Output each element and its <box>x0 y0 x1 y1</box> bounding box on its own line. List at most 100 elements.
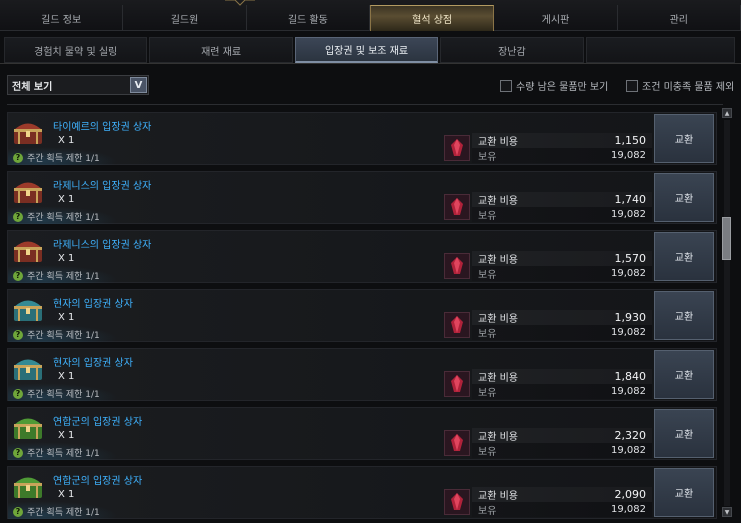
cost-value: 2,090 <box>614 488 647 501</box>
owned-value: 19,082 <box>611 504 646 515</box>
exchange-button[interactable]: 교환 <box>654 173 714 222</box>
chevron-down-icon[interactable]: V <box>130 77 147 93</box>
scroll-up-icon[interactable]: ▲ <box>722 108 732 118</box>
owned-line: 보유 19,082 <box>472 384 652 399</box>
tab-management[interactable]: 관리 <box>618 5 741 31</box>
question-icon[interactable]: ? <box>13 270 23 281</box>
chest-icon <box>14 359 42 380</box>
item-name: 라제니스의 입장권 상자 <box>53 240 152 251</box>
owned-value: 19,082 <box>611 209 646 220</box>
weekly-limit: ? 주간 획득 제한 1/1 <box>13 210 100 223</box>
item-name: 라제니스의 입장권 상자 <box>53 181 152 192</box>
exchange-button[interactable]: 교환 <box>654 350 714 399</box>
owned-label: 보유 <box>478 506 497 517</box>
tab-bloodstone-shop-label: 혈석 상점 <box>412 15 453 26</box>
subtab-exp-potion[interactable]: 경험치 물약 및 실링 <box>4 37 148 63</box>
view-filter-dropdown[interactable]: 전체 보기 V <box>7 75 149 95</box>
exclude-unmet-checkbox[interactable]: 조건 미충족 물품 제외 <box>626 78 734 93</box>
item-quantity: X 1 <box>58 430 75 441</box>
owned-line: 보유 19,082 <box>472 325 652 340</box>
weekly-limit: ? 주간 획득 제한 1/1 <box>13 151 100 164</box>
item-quantity: X 1 <box>58 253 75 264</box>
remaining-only-checkbox[interactable]: 수량 남은 물품만 보기 <box>500 78 608 93</box>
cost-line: 교환 비용 2,320 <box>472 428 652 443</box>
bloodstone-icon <box>444 194 470 220</box>
weekly-limit: ? 주간 획득 제한 1/1 <box>13 505 100 518</box>
bloodstone-icon <box>444 489 470 515</box>
cost-panel: 교환 비용 1,840 보유 19,082 <box>472 369 652 399</box>
tab-guild-members[interactable]: 길드원 <box>123 5 247 31</box>
shop-item-row: 연합군의 입장권 상자 X 1 ? 주간 획득 제한 1/1 교환 비용 2,0… <box>7 466 717 519</box>
chest-icon <box>14 241 42 262</box>
question-icon[interactable]: ? <box>13 506 23 517</box>
exchange-button[interactable]: 교환 <box>654 468 714 517</box>
checkbox-box[interactable] <box>626 79 638 92</box>
shop-item-row: 현자의 입장권 상자 X 1 ? 주간 획득 제한 1/1 교환 비용 1,84… <box>7 348 717 401</box>
owned-label: 보유 <box>478 447 497 458</box>
tab-guild-info[interactable]: 길드 정보 <box>0 5 124 31</box>
cost-label: 교환 비용 <box>478 255 518 266</box>
cost-line: 교환 비용 1,840 <box>472 369 652 384</box>
chest-icon <box>14 300 42 321</box>
scrollbar-thumb[interactable] <box>722 217 731 260</box>
sub-tab-bar: 경험치 물약 및 실링 재련 재료 입장권 및 보조 재료 장난감 <box>0 37 741 63</box>
chest-icon <box>14 477 42 498</box>
subtab-empty <box>585 37 735 63</box>
scrollbar-track[interactable] <box>724 120 730 506</box>
remaining-only-label: 수량 남은 물품만 보기 <box>516 82 609 93</box>
owned-line: 보유 19,082 <box>472 266 652 281</box>
weekly-limit: ? 주간 획득 제한 1/1 <box>13 269 100 282</box>
weekly-limit-label: 주간 획득 제한 1/1 <box>27 390 100 400</box>
owned-value: 19,082 <box>611 327 646 338</box>
question-icon[interactable]: ? <box>13 388 23 399</box>
item-quantity: X 1 <box>58 194 75 205</box>
divider <box>7 104 723 105</box>
item-name: 연합군의 입장권 상자 <box>53 476 143 487</box>
question-icon[interactable]: ? <box>13 211 23 222</box>
cost-label: 교환 비용 <box>478 314 518 325</box>
owned-value: 19,082 <box>611 445 646 456</box>
bloodstone-icon <box>444 312 470 338</box>
owned-line: 보유 19,082 <box>472 148 652 163</box>
weekly-limit-label: 주간 획득 제한 1/1 <box>27 508 100 518</box>
cost-value: 1,570 <box>614 252 647 265</box>
subtab-refine-materials[interactable]: 재련 재료 <box>149 37 293 63</box>
weekly-limit: ? 주간 획득 제한 1/1 <box>13 387 100 400</box>
exchange-button[interactable]: 교환 <box>654 232 714 281</box>
item-quantity: X 1 <box>58 371 75 382</box>
weekly-limit-label: 주간 획득 제한 1/1 <box>27 272 100 282</box>
question-icon[interactable]: ? <box>13 447 23 458</box>
exchange-button[interactable]: 교환 <box>654 409 714 458</box>
tab-bloodstone-shop[interactable]: 혈석 상점 <box>369 5 495 31</box>
shop-item-row: 타이예르의 입장권 상자 X 1 ? 주간 획득 제한 1/1 교환 비용 1,… <box>7 112 717 165</box>
cost-line: 교환 비용 1,930 <box>472 310 652 325</box>
tab-bulletin-board[interactable]: 게시판 <box>494 5 618 31</box>
cost-value: 1,740 <box>614 193 647 206</box>
tab-guild-activity[interactable]: 길드 활동 <box>247 5 370 31</box>
owned-line: 보유 19,082 <box>472 207 652 222</box>
chest-icon <box>14 123 42 144</box>
question-icon[interactable]: ? <box>13 329 23 340</box>
cost-panel: 교환 비용 1,150 보유 19,082 <box>472 133 652 163</box>
owned-line: 보유 19,082 <box>472 443 652 458</box>
item-name: 현자의 입장권 상자 <box>53 299 133 310</box>
subtab-toys[interactable]: 장난감 <box>440 37 584 63</box>
chest-icon <box>14 418 42 439</box>
cost-line: 교환 비용 1,150 <box>472 133 652 148</box>
owned-label: 보유 <box>478 211 497 222</box>
cost-line: 교환 비용 2,090 <box>472 487 652 502</box>
cost-line: 교환 비용 1,740 <box>472 192 652 207</box>
exchange-button[interactable]: 교환 <box>654 114 714 163</box>
main-tab-bar: 길드 정보 길드원 길드 활동 혈석 상점 게시판 관리 <box>0 0 741 31</box>
subtab-tickets[interactable]: 입장권 및 보조 재료 <box>294 37 439 63</box>
scroll-down-icon[interactable]: ▼ <box>722 507 732 517</box>
exclude-unmet-label: 조건 미충족 물품 제외 <box>642 82 735 93</box>
cost-label: 교환 비용 <box>478 373 518 384</box>
divider <box>0 63 741 64</box>
shop-item-row: 연합군의 입장권 상자 X 1 ? 주간 획득 제한 1/1 교환 비용 2,3… <box>7 407 717 460</box>
exchange-button[interactable]: 교환 <box>654 291 714 340</box>
item-quantity: X 1 <box>58 312 75 323</box>
question-icon[interactable]: ? <box>13 152 23 163</box>
shop-item-list: 타이예르의 입장권 상자 X 1 ? 주간 획득 제한 1/1 교환 비용 1,… <box>7 112 717 523</box>
checkbox-box[interactable] <box>500 79 512 92</box>
